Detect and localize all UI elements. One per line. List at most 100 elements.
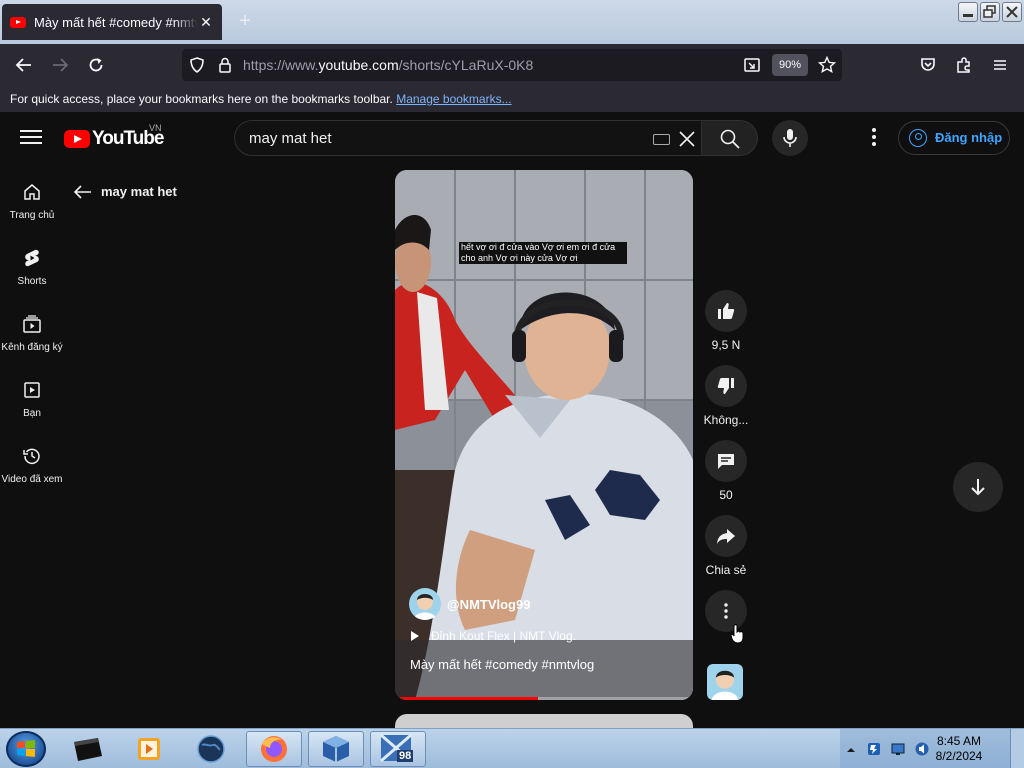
app-menu-button[interactable] xyxy=(987,52,1013,78)
guide-item-home[interactable]: Trang chủ xyxy=(0,176,64,242)
clear-search-icon[interactable] xyxy=(678,130,696,148)
search-box[interactable]: may mat het xyxy=(234,120,702,156)
settings-menu-button[interactable] xyxy=(862,126,886,150)
extensions-button[interactable] xyxy=(951,52,977,78)
search-icon xyxy=(720,129,740,149)
bookmarks-hint-text: For quick access, place your bookmarks h… xyxy=(10,92,393,106)
mini-guide: Trang chủ Shorts Kênh đăng ký Bạn Video … xyxy=(0,176,64,506)
show-hidden-icons-icon[interactable] xyxy=(846,745,856,755)
arrow-left-icon xyxy=(15,58,31,72)
channel-avatar-image xyxy=(413,594,437,620)
dot-icon xyxy=(872,142,876,146)
reload-button[interactable] xyxy=(83,52,109,78)
keyboard-icon[interactable] xyxy=(653,134,670,145)
browser-tab-strip: Mày mất hết #comedy #nmtvlog ✕ + xyxy=(0,0,1024,44)
sign-in-button[interactable]: Đăng nhập xyxy=(898,121,1010,155)
video-progress-bar[interactable] xyxy=(395,697,693,700)
short-actions: 9,5 N Không... 50 Chia sẻ xyxy=(703,290,749,645)
forward-button[interactable] xyxy=(47,52,73,78)
clock-time: 8:45 AM xyxy=(936,734,982,748)
url-host: youtube.com xyxy=(318,57,399,73)
guide-item-label: Video đã xem xyxy=(1,474,63,485)
channel-handle[interactable]: @NMTVlog99 xyxy=(447,597,530,612)
dislike-button[interactable] xyxy=(705,365,747,407)
sign-in-label: Đăng nhập xyxy=(935,130,1003,145)
picture-in-picture-icon[interactable] xyxy=(743,56,761,74)
share-button[interactable] xyxy=(705,515,747,557)
windows-taskbar: 98 8:45 AM 8/2/2024 xyxy=(0,728,1024,768)
arrow-left-icon xyxy=(74,184,91,199)
black-window-icon xyxy=(74,738,102,761)
restore-button[interactable] xyxy=(980,2,1000,22)
media-player-icon xyxy=(138,738,160,760)
youtube-favicon-icon xyxy=(10,16,26,28)
next-short-button[interactable] xyxy=(953,462,1003,512)
lock-icon[interactable] xyxy=(216,56,234,74)
close-window-button[interactable] xyxy=(1002,2,1022,22)
video-caption-text: hết vợ ơi đ cửa vào Vợ ơi em ơi đ cửa ch… xyxy=(459,242,627,264)
channel-link[interactable]: @NMTVlog99 xyxy=(409,588,530,620)
show-desktop-button[interactable] xyxy=(1010,729,1024,768)
guide-item-history[interactable]: Video đã xem xyxy=(0,440,64,506)
guide-item-subscriptions[interactable]: Kênh đăng ký xyxy=(0,308,64,374)
url-prefix: https://www. xyxy=(243,57,319,73)
globe-icon xyxy=(197,735,225,763)
url-bar[interactable]: https://www.youtube.com/shorts/cYLaRuX-0… xyxy=(182,49,842,81)
shield-icon[interactable] xyxy=(188,56,206,74)
taskbar-app-virtualbox[interactable] xyxy=(308,731,364,767)
taskbar-app-media-player[interactable] xyxy=(122,731,178,767)
manage-bookmarks-link[interactable]: Manage bookmarks... xyxy=(396,92,511,106)
search-button[interactable] xyxy=(702,120,758,156)
tray-app-icon[interactable] xyxy=(866,741,882,757)
taskbar-app-globe[interactable] xyxy=(184,731,240,767)
system-clock[interactable]: 8:45 AM 8/2/2024 xyxy=(924,734,994,764)
bookmark-star-icon[interactable] xyxy=(818,56,836,74)
guide-item-label: Kênh đăng ký xyxy=(1,342,63,353)
more-options-button[interactable] xyxy=(705,590,747,644)
browser-tab-active[interactable]: Mày mất hết #comedy #nmtvlog ✕ xyxy=(2,4,222,40)
comments-button[interactable] xyxy=(705,440,747,482)
pocket-icon xyxy=(921,58,935,71)
comment-icon xyxy=(718,454,734,469)
youtube-logo[interactable]: YouTube VN xyxy=(64,123,164,150)
url-text[interactable]: https://www.youtube.com/shorts/cYLaRuX-0… xyxy=(243,57,533,73)
pocket-button[interactable] xyxy=(915,52,941,78)
channel-avatar[interactable] xyxy=(409,588,441,620)
menu-bar-line xyxy=(20,136,42,138)
short-title[interactable]: Mày mất hết #comedy #nmtvlog xyxy=(410,657,594,672)
taskbar-app-vm-window[interactable]: 98 xyxy=(370,731,426,767)
hamburger-icon xyxy=(994,60,1006,70)
home-icon xyxy=(24,184,40,200)
new-tab-button[interactable]: + xyxy=(234,10,256,32)
restore-icon xyxy=(983,5,996,18)
guide-menu-button[interactable] xyxy=(20,126,42,148)
taskbar-app-terminal[interactable] xyxy=(60,731,116,767)
back-to-search-button[interactable]: may mat het xyxy=(74,184,177,199)
voice-search-button[interactable] xyxy=(772,120,808,156)
dislike-label: Không... xyxy=(703,413,749,427)
shorts-icon xyxy=(25,249,39,267)
more-actions xyxy=(703,590,749,644)
comments-action: 50 xyxy=(703,440,749,502)
sound-link[interactable]: Đỉnh Kout Flex | NMT Vlog. xyxy=(411,629,576,643)
puzzle-icon xyxy=(957,57,970,73)
guide-item-shorts[interactable]: Shorts xyxy=(0,242,64,308)
taskbar-app-firefox[interactable] xyxy=(246,731,302,767)
browser-navigation-bar: https://www.youtube.com/shorts/cYLaRuX-0… xyxy=(0,44,1024,86)
search-input[interactable]: may mat het xyxy=(249,130,332,147)
tab-close-button[interactable]: ✕ xyxy=(198,14,214,31)
minimize-button[interactable] xyxy=(958,2,978,22)
search-query-label: may mat het xyxy=(101,184,177,199)
short-video-player[interactable]: hết vợ ơi đ cửa vào Vợ ơi em ơi đ cửa ch… xyxy=(395,170,693,700)
menu-bar-line xyxy=(20,142,42,144)
back-button[interactable] xyxy=(11,52,37,78)
network-icon[interactable] xyxy=(890,741,906,757)
window-controls xyxy=(958,2,1022,22)
dislike-action: Không... xyxy=(703,365,749,427)
guide-item-label: Shorts xyxy=(17,276,47,287)
sound-thumbnail[interactable] xyxy=(707,664,743,700)
guide-item-you[interactable]: Bạn xyxy=(0,374,64,440)
like-button[interactable] xyxy=(705,290,747,332)
start-button[interactable] xyxy=(6,731,46,767)
zoom-level-button[interactable]: 90% xyxy=(772,54,808,76)
